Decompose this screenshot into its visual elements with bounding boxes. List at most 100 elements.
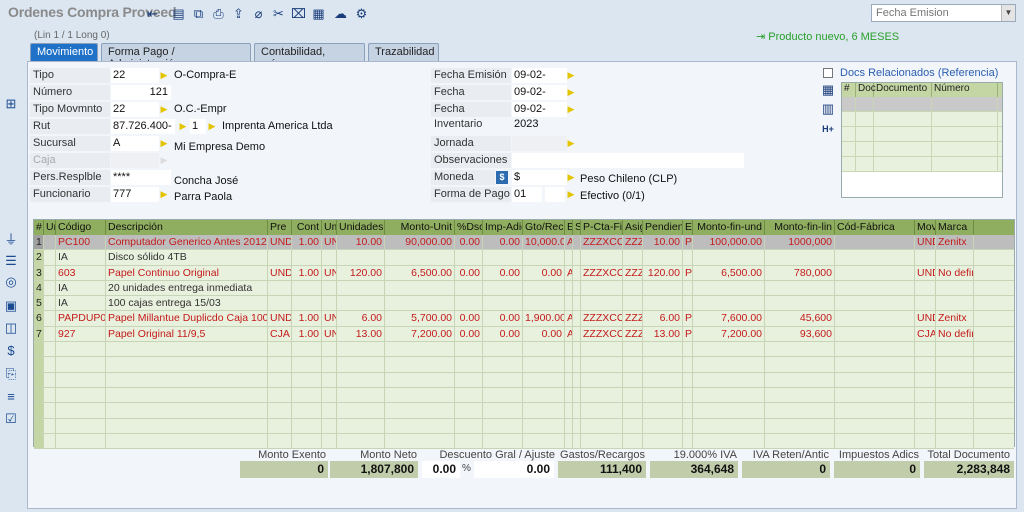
table-cell[interactable] xyxy=(483,280,523,296)
sucursal-field[interactable]: A xyxy=(111,136,159,151)
table-cell[interactable] xyxy=(483,418,523,433)
docs-row[interactable] xyxy=(842,157,1002,172)
table-cell[interactable] xyxy=(573,418,581,433)
table-cell[interactable]: 1000,000 xyxy=(765,235,835,250)
table-cell[interactable] xyxy=(106,342,268,357)
table-cell[interactable]: CJA xyxy=(268,326,292,342)
table-cell[interactable] xyxy=(56,403,106,418)
table-cell[interactable]: 0.00 xyxy=(483,326,523,342)
table-cell[interactable] xyxy=(385,372,455,387)
table-cell[interactable] xyxy=(581,342,623,357)
table-row[interactable]: 4 IA 20 unidades entrega inmediata xyxy=(34,280,1014,297)
table-cell[interactable] xyxy=(565,250,573,265)
table-cell[interactable] xyxy=(693,418,765,433)
table-cell[interactable]: 1,900.00 xyxy=(523,311,565,326)
table-cell[interactable] xyxy=(322,342,337,357)
grid-col-header[interactable]: Código xyxy=(56,220,106,235)
table-cell[interactable]: 0.00 xyxy=(483,311,523,326)
table-cell[interactable] xyxy=(835,342,915,357)
add-history-icon[interactable]: H+ xyxy=(820,121,836,137)
table-cell[interactable] xyxy=(581,357,623,372)
fecha-contable-field[interactable]: 09-02-2023 xyxy=(512,85,567,113)
refresh-icon[interactable]: ▦ xyxy=(310,5,327,22)
table-cell[interactable]: Zenitx xyxy=(936,235,974,250)
table-cell[interactable] xyxy=(765,403,835,418)
save-icon[interactable]: ▤ xyxy=(170,5,187,22)
grid-col-header[interactable]: Monto-Unit xyxy=(385,220,455,235)
table-cell[interactable] xyxy=(683,296,693,311)
table-cell[interactable] xyxy=(455,357,483,372)
grid-col-header[interactable]: Monto-fin-lin xyxy=(765,220,835,235)
tab-forma-pago[interactable]: Forma Pago / Administración xyxy=(101,43,251,70)
table-cell[interactable] xyxy=(385,357,455,372)
table-cell[interactable] xyxy=(292,250,322,265)
order-by-select[interactable]: Fecha Emision ▼ xyxy=(871,4,1016,22)
table-cell[interactable] xyxy=(455,433,483,449)
table-cell[interactable] xyxy=(56,372,106,387)
table-cell[interactable] xyxy=(936,342,974,357)
table-cell[interactable] xyxy=(385,280,455,296)
table-cell[interactable] xyxy=(936,250,974,265)
table-cell[interactable] xyxy=(915,418,936,433)
table-cell[interactable]: UN xyxy=(322,265,337,280)
table-cell[interactable] xyxy=(683,357,693,372)
table-cell[interactable] xyxy=(523,250,565,265)
table-cell[interactable] xyxy=(455,403,483,418)
grid-col-header[interactable]: Pendiente xyxy=(643,220,683,235)
table-cell[interactable] xyxy=(565,418,573,433)
table-cell[interactable] xyxy=(623,403,643,418)
print-icon[interactable]: ⎙ xyxy=(210,5,227,22)
grid-col-header[interactable]: Asig xyxy=(623,220,643,235)
table-cell[interactable]: 1 xyxy=(34,235,44,250)
table-cell[interactable]: 120.00 xyxy=(337,265,385,280)
table-cell[interactable] xyxy=(523,280,565,296)
table-cell[interactable] xyxy=(322,418,337,433)
table-cell[interactable]: 5,700.00 xyxy=(385,311,455,326)
table-cell[interactable] xyxy=(106,357,268,372)
table-cell[interactable] xyxy=(573,372,581,387)
table-cell[interactable] xyxy=(34,342,44,357)
table-cell[interactable] xyxy=(483,372,523,387)
grid-col-header[interactable]: Um xyxy=(322,220,337,235)
table-row[interactable] xyxy=(34,418,1014,434)
table-cell[interactable] xyxy=(915,387,936,403)
table-cell[interactable] xyxy=(643,280,683,296)
grid-col-header[interactable]: # xyxy=(34,220,44,235)
table-cell[interactable] xyxy=(693,387,765,403)
table-row[interactable]: 5 IA 100 cajas entrega 15/03 xyxy=(34,296,1014,312)
table-cell[interactable] xyxy=(835,296,915,311)
table-cell[interactable] xyxy=(44,235,56,250)
grid-col-header[interactable]: Marca xyxy=(936,220,974,235)
book-icon[interactable]: ◫ xyxy=(3,320,19,336)
tipo-movmnto-field[interactable]: 22 xyxy=(111,102,159,117)
table-cell[interactable] xyxy=(765,357,835,372)
table-cell[interactable]: 0.00 xyxy=(523,326,565,342)
fecha-emision-field[interactable]: 09-02-2023 xyxy=(512,68,567,96)
docs-checkbox[interactable] xyxy=(823,68,833,78)
jornada-field[interactable] xyxy=(512,136,567,151)
table-cell[interactable] xyxy=(523,387,565,403)
table-cell[interactable]: P xyxy=(683,235,693,250)
table-cell[interactable]: ZZZXCO xyxy=(581,235,623,250)
table-cell[interactable] xyxy=(623,372,643,387)
table-cell[interactable]: ZZZ xyxy=(623,265,643,280)
table-cell[interactable] xyxy=(385,342,455,357)
table-cell[interactable] xyxy=(573,311,581,326)
table-cell[interactable] xyxy=(44,280,56,296)
table-cell[interactable] xyxy=(573,280,581,296)
table-cell[interactable] xyxy=(693,342,765,357)
copy-icon[interactable]: ⧉ xyxy=(190,5,207,22)
table-cell[interactable] xyxy=(643,418,683,433)
back-icon[interactable]: ⇤ xyxy=(144,5,161,22)
table-cell[interactable] xyxy=(523,342,565,357)
grid-col-header[interactable]: Unidades xyxy=(337,220,385,235)
grid-col-header[interactable]: Un xyxy=(44,220,56,235)
lookup-arrow-icon[interactable]: ▶ xyxy=(160,153,168,168)
table-cell[interactable] xyxy=(106,418,268,433)
table-cell[interactable] xyxy=(683,387,693,403)
table-cell[interactable]: P xyxy=(683,311,693,326)
table-cell[interactable] xyxy=(292,357,322,372)
table-cell[interactable] xyxy=(835,403,915,418)
table-row[interactable]: 3603Papel Continuo OriginalUND1.00UN120.… xyxy=(34,265,1014,281)
table-cell[interactable] xyxy=(683,250,693,265)
